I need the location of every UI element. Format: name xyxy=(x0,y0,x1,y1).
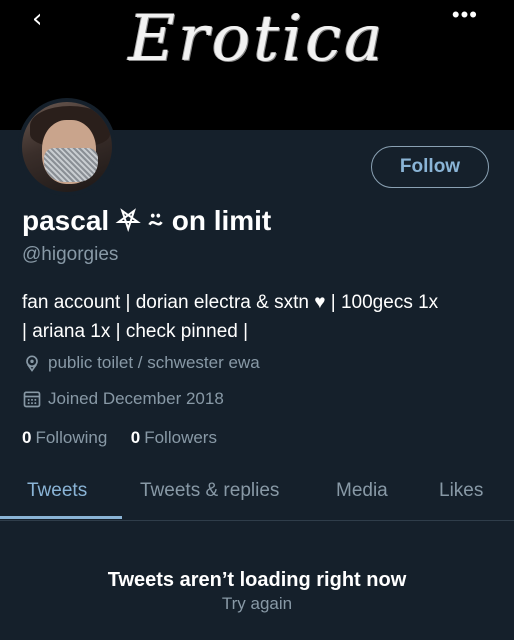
following-link[interactable]: 0 Following xyxy=(22,428,112,447)
joined-row: Joined December 2018 xyxy=(22,389,224,409)
tab-media[interactable]: Media xyxy=(336,480,388,502)
followers-link[interactable]: 0 Followers xyxy=(131,428,217,447)
timeline-error-title: Tweets aren’t loading right now xyxy=(107,569,407,591)
retry-button[interactable]: Try again xyxy=(0,594,514,614)
active-tab-indicator xyxy=(0,516,122,519)
following-label: Following xyxy=(35,428,108,447)
follow-stats: 0 Following 0 Followers xyxy=(22,428,217,448)
joined-text: Joined December 2018 xyxy=(48,389,224,408)
tab-tweets[interactable]: Tweets xyxy=(27,480,87,502)
profile-tabs: Tweets Tweets & replies Media Likes xyxy=(0,470,514,521)
bio-line: | ariana 1x | check pinned | xyxy=(22,321,249,342)
more-dots-icon: ••• xyxy=(451,2,478,27)
followers-label: Followers xyxy=(144,428,217,447)
location-row: public toilet / schwester ewa xyxy=(22,353,260,373)
following-count: 0 xyxy=(22,428,32,447)
more-button[interactable]: ••• xyxy=(452,2,478,28)
bio-line: fan account | dorian electra & sxtn ♥ | … xyxy=(22,292,439,313)
location-text: public toilet / schwester ewa xyxy=(48,353,260,372)
calendar-icon xyxy=(23,391,41,408)
banner-title: Erotica xyxy=(128,2,386,76)
user-handle: @higorgies xyxy=(22,244,119,265)
display-name: pascal ⛧ ⍨ on limit xyxy=(22,205,272,236)
tab-likes[interactable]: Likes xyxy=(439,480,483,502)
tab-tweets-replies[interactable]: Tweets & replies xyxy=(140,480,279,502)
location-pin-icon xyxy=(26,355,38,372)
avatar[interactable] xyxy=(18,98,116,196)
followers-count: 0 xyxy=(130,428,141,447)
bio: fan account | dorian electra & sxtn ♥ | … xyxy=(22,288,502,346)
follow-button[interactable]: Follow xyxy=(371,146,489,188)
